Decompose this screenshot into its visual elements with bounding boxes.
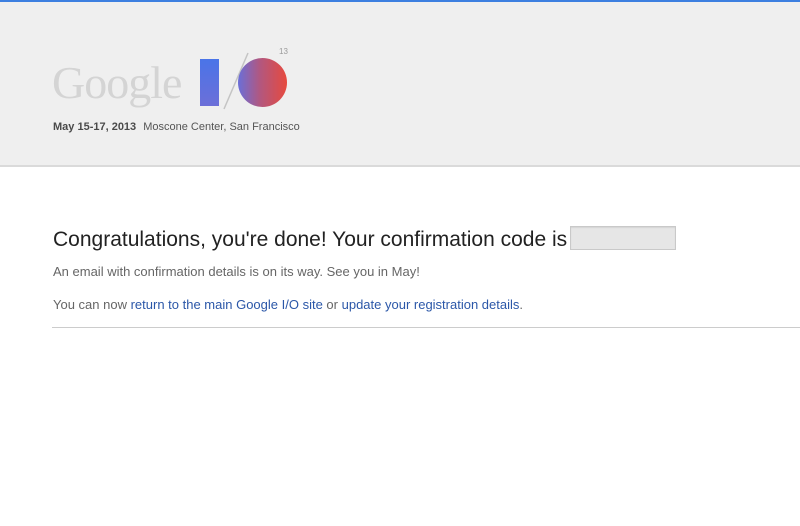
event-location: Moscone Center, San Francisco: [143, 121, 300, 133]
main-site-link[interactable]: return to the main Google I/O site: [131, 297, 323, 312]
google-io-logo[interactable]: Google 13: [52, 47, 302, 117]
heading-text: Congratulations, you're done! Your confi…: [53, 228, 568, 251]
confirmation-code-box: [570, 226, 677, 251]
confirmation-heading: Congratulations, you're done! Your confi…: [53, 226, 677, 254]
page-header: Google 13 May 15-17, 2013 Moscone Center…: [0, 2, 800, 167]
logo-o-mark: [238, 58, 287, 107]
logo-superscript: 13: [279, 47, 288, 56]
logo-i-mark: [200, 59, 219, 106]
next-steps-middle: or: [322, 297, 342, 312]
next-steps-suffix: .: [519, 297, 524, 312]
update-registration-link[interactable]: update your registration details: [342, 297, 520, 312]
logo-wordmark: Google: [52, 57, 182, 108]
next-steps-prefix: You can now: [53, 297, 131, 312]
event-dates: May 15-17, 2013: [53, 121, 137, 133]
email-notice: An email with confirmation details is on…: [53, 264, 420, 279]
event-info: May 15-17, 2013 Moscone Center, San Fran…: [53, 121, 300, 133]
content-divider: [52, 327, 800, 328]
next-steps-line: You can now return to the main Google I/…: [53, 297, 523, 312]
